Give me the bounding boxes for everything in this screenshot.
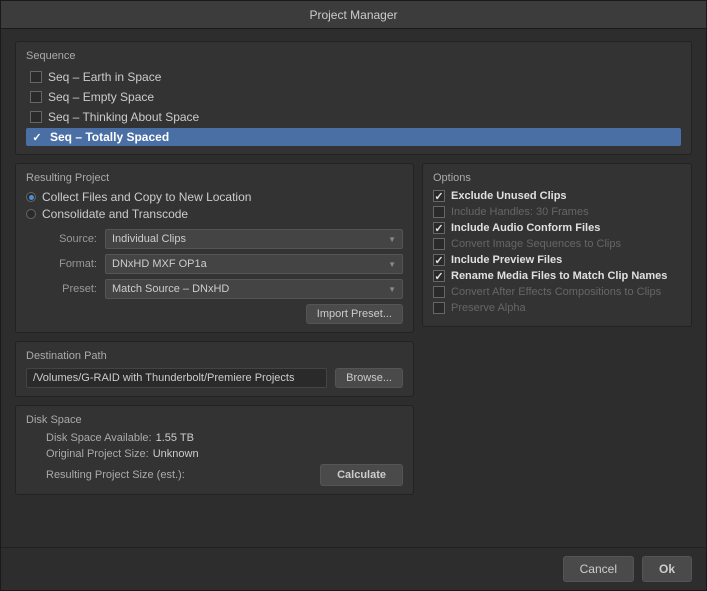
ok-button[interactable]: Ok xyxy=(642,556,692,582)
right-panel: Options ✓ Exclude Unused Clips Include H… xyxy=(422,163,692,535)
option-convert-effects[interactable]: Convert After Effects Compositions to Cl… xyxy=(433,286,681,298)
radio-collect-label: Collect Files and Copy to New Location xyxy=(42,190,251,204)
format-row: Format: DNxHD MXF OP1a ▼ xyxy=(26,254,403,274)
opt-check-include-audio[interactable]: ✓ xyxy=(433,222,445,234)
format-label: Format: xyxy=(42,258,97,270)
radio-consolidate-label: Consolidate and Transcode xyxy=(42,207,188,221)
destination-path-text: /Volumes/G-RAID with Thunderbolt/Premier… xyxy=(26,368,327,388)
opt-check-include-preview[interactable]: ✓ xyxy=(433,254,445,266)
seq-name-4: Seq – Totally Spaced xyxy=(50,130,169,144)
disk-info: Disk Space Available: 1.55 TB Original P… xyxy=(26,432,403,460)
bottom-bar: Cancel Ok xyxy=(1,547,706,590)
disk-calc-row: Resulting Project Size (est.): Calculate xyxy=(26,464,403,486)
resulting-project-section: Resulting Project Collect Files and Copy… xyxy=(15,163,414,333)
main-row: Resulting Project Collect Files and Copy… xyxy=(15,163,692,535)
preset-dropdown[interactable]: Match Source – DNxHD ▼ xyxy=(105,279,403,299)
seq-checkbox-3[interactable] xyxy=(30,111,42,123)
seq-item-2[interactable]: Seq – Empty Space xyxy=(26,88,681,106)
destination-row: /Volumes/G-RAID with Thunderbolt/Premier… xyxy=(26,368,403,388)
option-preserve-alpha-label: Preserve Alpha xyxy=(451,302,526,314)
options-label: Options xyxy=(433,172,681,184)
import-preset-row: Import Preset... xyxy=(26,304,403,324)
disk-space-label: Disk Space xyxy=(26,414,403,426)
format-value: DNxHD MXF OP1a xyxy=(112,258,207,270)
option-include-preview-label: Include Preview Files xyxy=(451,254,562,266)
disk-space-section: Disk Space Disk Space Available: 1.55 TB… xyxy=(15,405,414,495)
option-rename-media-label: Rename Media Files to Match Clip Names xyxy=(451,270,667,282)
source-row: Source: Individual Clips ▼ xyxy=(26,229,403,249)
left-panel: Resulting Project Collect Files and Copy… xyxy=(15,163,414,535)
seq-item-3[interactable]: Seq – Thinking About Space xyxy=(26,108,681,126)
radio-consolidate-circle[interactable] xyxy=(26,209,36,219)
preset-label: Preset: xyxy=(42,283,97,295)
radio-consolidate[interactable]: Consolidate and Transcode xyxy=(26,207,403,221)
seq-checkmark-4: ✓ xyxy=(30,131,44,144)
sequence-section: Sequence Seq – Earth in Space Seq – Empt… xyxy=(15,41,692,155)
disk-original-value: Unknown xyxy=(153,448,199,460)
source-value: Individual Clips xyxy=(112,233,186,245)
format-dropdown[interactable]: DNxHD MXF OP1a ▼ xyxy=(105,254,403,274)
radio-collect[interactable]: Collect Files and Copy to New Location xyxy=(26,190,403,204)
source-dropdown[interactable]: Individual Clips ▼ xyxy=(105,229,403,249)
disk-original-label: Original Project Size: xyxy=(46,448,149,460)
cancel-button[interactable]: Cancel xyxy=(563,556,634,582)
option-preserve-alpha[interactable]: Preserve Alpha xyxy=(433,302,681,314)
import-preset-button[interactable]: Import Preset... xyxy=(306,304,403,324)
opt-check-convert-image[interactable] xyxy=(433,238,445,250)
option-include-preview[interactable]: ✓ Include Preview Files xyxy=(433,254,681,266)
radio-group: Collect Files and Copy to New Location C… xyxy=(26,190,403,221)
option-convert-effects-label: Convert After Effects Compositions to Cl… xyxy=(451,286,661,298)
disk-available-label: Disk Space Available: xyxy=(46,432,152,444)
opt-check-preserve-alpha[interactable] xyxy=(433,302,445,314)
option-exclude-unused[interactable]: ✓ Exclude Unused Clips xyxy=(433,190,681,202)
destination-path-section: Destination Path /Volumes/G-RAID with Th… xyxy=(15,341,414,397)
title-bar: Project Manager xyxy=(1,1,706,29)
browse-button[interactable]: Browse... xyxy=(335,368,403,388)
disk-original-row: Original Project Size: Unknown xyxy=(46,448,403,460)
seq-item-1[interactable]: Seq – Earth in Space xyxy=(26,68,681,86)
resulting-project-label: Resulting Project xyxy=(26,172,403,184)
sequence-label: Sequence xyxy=(26,50,681,62)
option-rename-media[interactable]: ✓ Rename Media Files to Match Clip Names xyxy=(433,270,681,282)
project-manager-window: Project Manager Sequence Seq – Earth in … xyxy=(0,0,707,591)
seq-name-1: Seq – Earth in Space xyxy=(48,70,161,84)
radio-collect-circle[interactable] xyxy=(26,192,36,202)
option-include-handles[interactable]: Include Handles: 30 Frames xyxy=(433,206,681,218)
option-convert-image-label: Convert Image Sequences to Clips xyxy=(451,238,621,250)
disk-resulting-label: Resulting Project Size (est.): xyxy=(46,469,185,481)
seq-checkbox-1[interactable] xyxy=(30,71,42,83)
source-label: Source: xyxy=(42,233,97,245)
option-include-audio[interactable]: ✓ Include Audio Conform Files xyxy=(433,222,681,234)
preset-value: Match Source – DNxHD xyxy=(112,283,229,295)
option-exclude-unused-label: Exclude Unused Clips xyxy=(451,190,567,202)
opt-check-rename-media[interactable]: ✓ xyxy=(433,270,445,282)
window-title: Project Manager xyxy=(309,8,397,22)
format-arrow-icon: ▼ xyxy=(388,260,396,269)
option-include-handles-label: Include Handles: 30 Frames xyxy=(451,206,589,218)
seq-name-2: Seq – Empty Space xyxy=(48,90,154,104)
calculate-button[interactable]: Calculate xyxy=(320,464,403,486)
opt-check-convert-effects[interactable] xyxy=(433,286,445,298)
disk-available-row: Disk Space Available: 1.55 TB xyxy=(46,432,403,444)
opt-check-exclude-unused[interactable]: ✓ xyxy=(433,190,445,202)
destination-label: Destination Path xyxy=(26,350,403,362)
preset-row: Preset: Match Source – DNxHD ▼ xyxy=(26,279,403,299)
source-arrow-icon: ▼ xyxy=(388,235,396,244)
preset-arrow-icon: ▼ xyxy=(388,285,396,294)
opt-check-include-handles[interactable] xyxy=(433,206,445,218)
seq-item-4[interactable]: ✓ Seq – Totally Spaced xyxy=(26,128,681,146)
seq-name-3: Seq – Thinking About Space xyxy=(48,110,199,124)
option-convert-image[interactable]: Convert Image Sequences to Clips xyxy=(433,238,681,250)
options-panel: Options ✓ Exclude Unused Clips Include H… xyxy=(422,163,692,327)
disk-available-value: 1.55 TB xyxy=(156,432,194,444)
seq-checkbox-2[interactable] xyxy=(30,91,42,103)
option-include-audio-label: Include Audio Conform Files xyxy=(451,222,600,234)
sequence-list: Seq – Earth in Space Seq – Empty Space S… xyxy=(26,68,681,146)
